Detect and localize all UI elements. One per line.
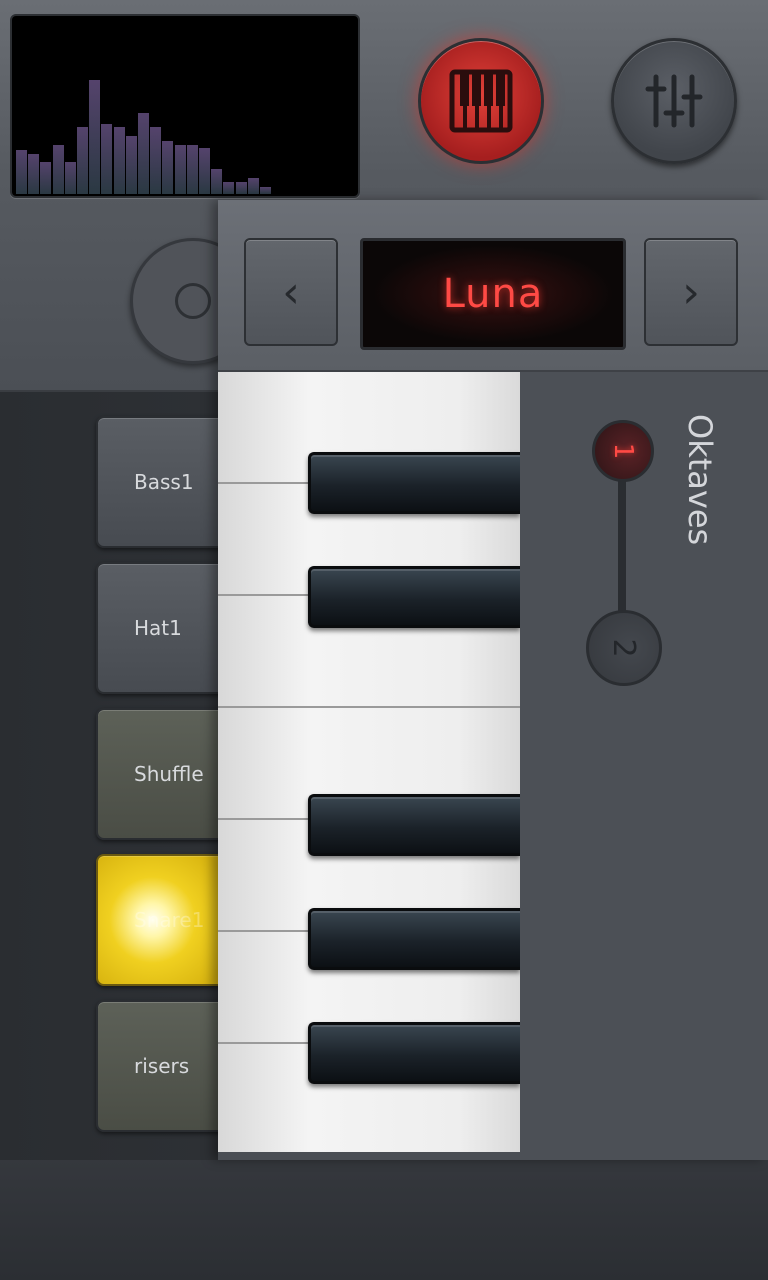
instrument-selector: ‹ Luna › (218, 200, 768, 372)
spectrum-bar (247, 178, 259, 194)
mixer-sliders-icon (645, 74, 703, 128)
black-key[interactable] (308, 566, 520, 628)
pad-label: Bass1 (134, 470, 194, 494)
chevron-right-icon: › (682, 266, 700, 318)
octave-2-label: 2 (606, 638, 642, 658)
spectrum-bar (52, 145, 64, 194)
spectrum-bar (162, 141, 174, 194)
piano-keyboard (218, 372, 520, 1152)
bottom-bar (0, 1160, 768, 1280)
spectrum-bar (260, 187, 271, 194)
spectrum-bar (77, 127, 88, 194)
spectrum-bar (40, 162, 52, 194)
piano-mode-button[interactable] (418, 38, 544, 164)
spectrum-bar (16, 150, 27, 194)
spectrum-bar (113, 127, 125, 194)
spectrum-bar (89, 80, 101, 194)
keyboard-overlay-panel: ‹ Luna › Oktaves 1 2 (218, 200, 768, 1160)
octave-selector-panel: Oktaves 1 2 (520, 372, 768, 1160)
spectrum-bar (64, 162, 76, 194)
black-key[interactable] (308, 452, 520, 514)
next-instrument-button[interactable]: › (644, 238, 738, 346)
spectrum-bar (199, 148, 210, 194)
spectrum-bar (28, 154, 40, 194)
piano-icon (449, 69, 513, 133)
pad-label: risers (134, 1054, 190, 1078)
black-key[interactable] (308, 1022, 520, 1084)
pad-label: Shuffle (134, 762, 204, 786)
spectrum-bar (125, 136, 137, 194)
mixer-button[interactable] (611, 38, 737, 164)
spectrum-bar (223, 182, 235, 194)
instrument-name: Luna (442, 271, 544, 317)
spectrum-bar (101, 124, 113, 194)
pad-label: Snare1 (134, 908, 205, 932)
circle-icon (175, 283, 211, 319)
spectrum-bar (235, 182, 247, 194)
prev-instrument-button[interactable]: ‹ (244, 238, 338, 346)
spectrum-bar (174, 145, 186, 194)
spectrum-bar (150, 127, 162, 194)
instrument-name-display: Luna (360, 238, 626, 350)
spectrum-bar (211, 169, 223, 194)
pad-label: Hat1 (134, 616, 182, 640)
octave-1-label: 1 (608, 442, 638, 460)
octaves-label: Oktaves (681, 414, 719, 546)
black-key[interactable] (308, 908, 520, 970)
spectrum-analyzer (10, 14, 360, 198)
octave-1-button[interactable]: 1 (592, 420, 654, 482)
octave-2-button[interactable]: 2 (586, 610, 662, 686)
spectrum-bar (186, 145, 198, 194)
black-key[interactable] (308, 794, 520, 856)
spectrum-bar (138, 113, 149, 194)
chevron-left-icon: ‹ (282, 266, 300, 318)
